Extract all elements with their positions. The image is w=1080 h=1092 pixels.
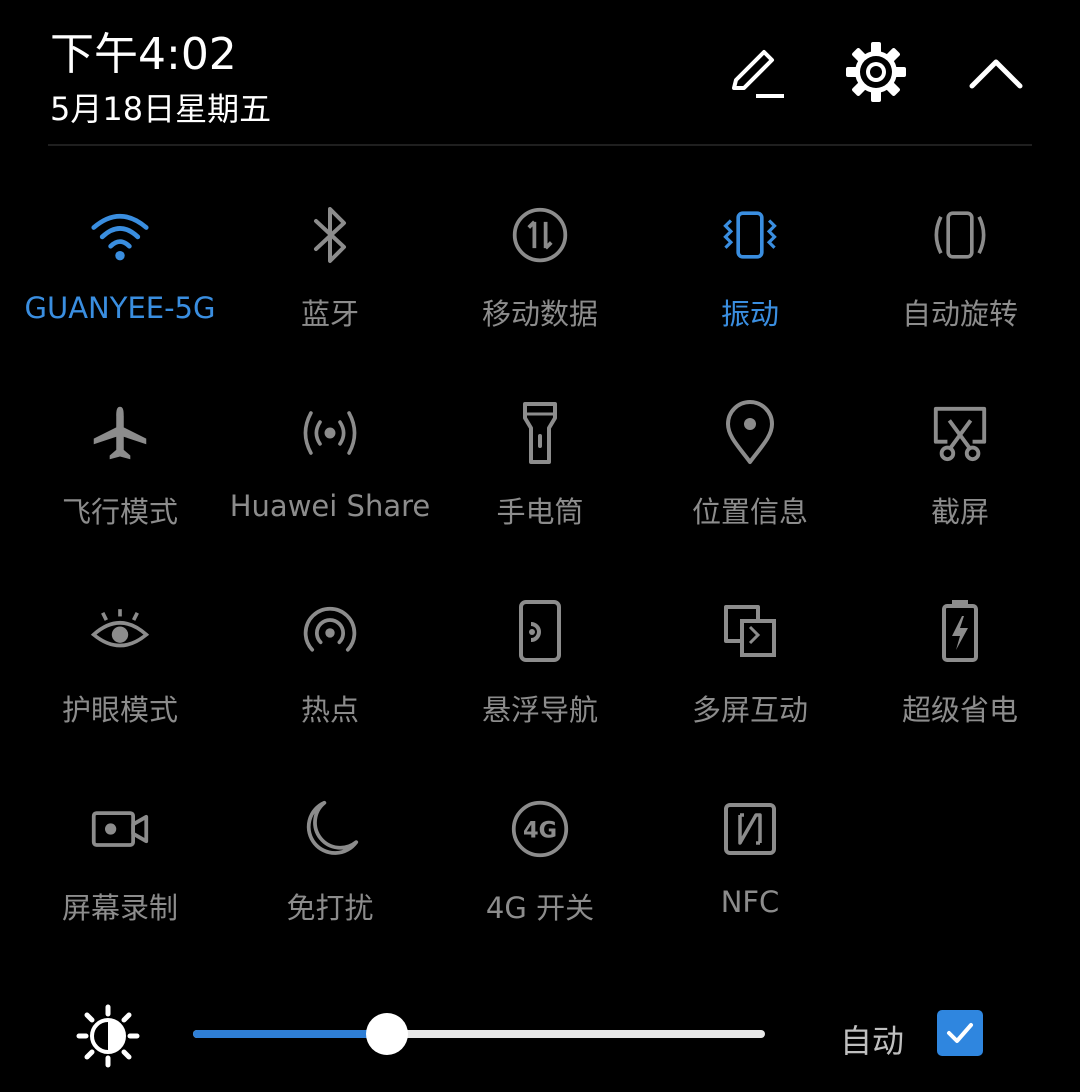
- multi-screen-icon: [720, 596, 780, 666]
- tile-label: NFC: [720, 885, 780, 919]
- huawei-share-icon: [300, 398, 360, 468]
- eye-icon: [90, 596, 150, 666]
- settings-button[interactable]: [844, 40, 908, 104]
- tile-label: 手电筒: [496, 495, 584, 529]
- flashlight-icon: [510, 398, 570, 468]
- checkmark-icon: [947, 1023, 973, 1043]
- screen-record-icon: [90, 794, 150, 864]
- mobile-data-icon: [510, 200, 570, 270]
- tile-do-not-disturb[interactable]: 免打扰: [225, 789, 435, 949]
- brightness-slider-fill: [193, 1030, 388, 1038]
- tile-mobile-data[interactable]: 移动数据: [435, 195, 645, 355]
- pencil-icon: [732, 50, 784, 98]
- tile-label: 悬浮导航: [481, 693, 598, 727]
- auto-brightness-checkbox[interactable]: [937, 1010, 983, 1056]
- tile-screen-record[interactable]: 屏幕录制: [15, 789, 225, 949]
- tile-hotspot[interactable]: 热点: [225, 591, 435, 751]
- tile-location[interactable]: 位置信息: [645, 393, 855, 553]
- collapse-button[interactable]: [964, 40, 1028, 104]
- tile-airplane[interactable]: 飞行模式: [15, 393, 225, 553]
- tile-floating-nav[interactable]: 悬浮导航: [435, 591, 645, 751]
- tile-vibrate[interactable]: 振动: [645, 195, 855, 355]
- wifi-icon: [90, 200, 150, 270]
- edit-button[interactable]: [724, 40, 788, 104]
- tile-label: 屏幕录制: [61, 891, 178, 925]
- 4g-icon: 4G: [510, 794, 570, 864]
- bluetooth-icon: [300, 200, 360, 270]
- tile-bluetooth[interactable]: 蓝牙: [225, 195, 435, 355]
- tile-wifi[interactable]: GUANYEE-5G: [15, 195, 225, 355]
- screenshot-icon: [930, 398, 990, 468]
- tile-flashlight[interactable]: 手电筒: [435, 393, 645, 553]
- date-text: 5月18日星期五: [50, 90, 272, 128]
- tile-nfc[interactable]: NFC: [645, 789, 855, 949]
- tile-label: 截屏: [930, 495, 989, 529]
- tile-label: Huawei Share: [229, 489, 431, 523]
- battery-saver-icon: [930, 596, 990, 666]
- tile-label: GUANYEE-5G: [24, 291, 216, 325]
- auto-rotate-icon: [930, 200, 990, 270]
- gear-icon: [846, 42, 906, 102]
- brightness-slider-thumb[interactable]: [366, 1013, 409, 1055]
- tile-label: 自动旋转: [901, 297, 1018, 331]
- airplane-icon: [90, 398, 150, 468]
- tile-screenshot[interactable]: 截屏: [855, 393, 1065, 553]
- tile-label: 4G 开关: [485, 891, 595, 925]
- tile-label: 飞行模式: [61, 495, 178, 529]
- floating-nav-icon: [510, 596, 570, 666]
- svg-text:4G: 4G: [523, 817, 557, 843]
- tile-battery-saver[interactable]: 超级省电: [855, 591, 1065, 751]
- nfc-icon: [720, 794, 780, 864]
- tile-label: 多屏互动: [691, 693, 808, 727]
- tile-label: 位置信息: [691, 495, 808, 529]
- tile-eye-comfort[interactable]: 护眼模式: [15, 591, 225, 751]
- brightness-bar: 自动: [0, 990, 1080, 1080]
- tile-label: 超级省电: [901, 693, 1018, 727]
- tile-multi-screen[interactable]: 多屏互动: [645, 591, 855, 751]
- notification-header: 下午4:02 5月18日星期五: [0, 0, 1080, 145]
- tile-4g[interactable]: 4G 4G 开关: [435, 789, 645, 949]
- clock-time: 下午4:02: [50, 29, 237, 80]
- brightness-slider[interactable]: [193, 1013, 765, 1055]
- auto-brightness-label: 自动: [840, 1022, 905, 1060]
- tile-auto-rotate[interactable]: 自动旋转: [855, 195, 1065, 355]
- tile-huawei-share[interactable]: Huawei Share: [225, 393, 435, 553]
- brightness-icon: [76, 1004, 140, 1068]
- tile-label: 移动数据: [481, 297, 598, 331]
- location-icon: [720, 398, 780, 468]
- hotspot-icon: [300, 596, 360, 666]
- tile-label: 护眼模式: [61, 693, 178, 727]
- header-divider: [48, 144, 1032, 146]
- tile-label: 蓝牙: [300, 297, 359, 331]
- chevron-up-icon: [969, 59, 1023, 89]
- moon-icon: [300, 794, 360, 864]
- tile-label: 免打扰: [286, 891, 374, 925]
- tile-label: 振动: [720, 297, 779, 331]
- vibrate-icon: [720, 200, 780, 270]
- tile-label: 热点: [300, 693, 359, 727]
